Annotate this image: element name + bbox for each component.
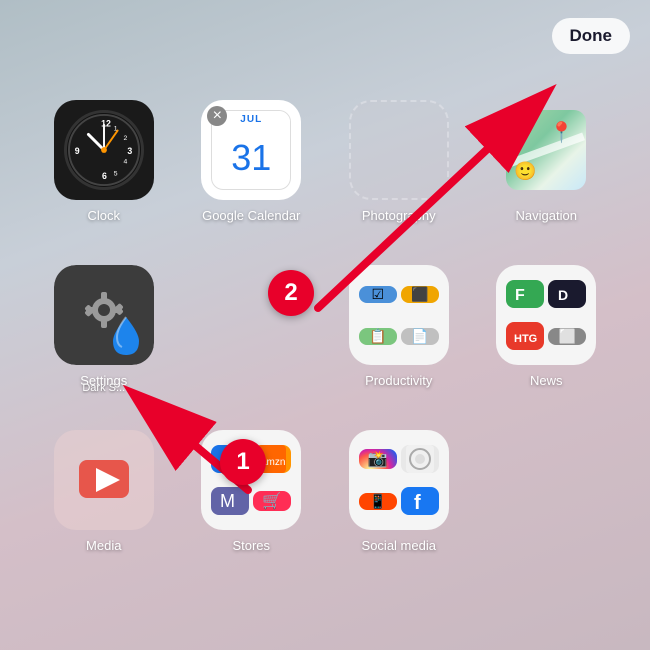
social-sub-1: 📸 (359, 449, 397, 469)
productivity-label: Productivity (365, 373, 432, 388)
app-item-gcal[interactable]: JUL 31 Google Calendar (178, 90, 326, 255)
gcal-label: Google Calendar (202, 208, 300, 223)
photography-label: Photography (362, 208, 436, 223)
step-badge-2: 2 (268, 270, 314, 316)
maps-pin-icon: 📍 (549, 120, 574, 145)
navigation-app-icon: 📍 🙂 (496, 100, 596, 200)
maps-face-icon: 🙂 (514, 161, 536, 182)
svg-text:D: D (558, 287, 568, 303)
clock-app-icon: 12 3 6 9 1 2 4 5 (54, 100, 154, 200)
prod-sub-4: 📄 (401, 328, 439, 345)
svg-text:4: 4 (123, 159, 127, 166)
svg-text:2: 2 (123, 135, 127, 142)
prod-sub-1: ☑ (359, 286, 397, 303)
navigation-label: Navigation (516, 208, 577, 223)
stores-label: Stores (232, 538, 270, 553)
news-sub-2: D (548, 280, 586, 308)
social-label: Social media (362, 538, 436, 553)
done-button[interactable]: Done (552, 18, 631, 54)
step-badge-1: 1 (220, 439, 266, 485)
settings-sublabel: Dark S... (82, 382, 125, 394)
social-sub-4: f (401, 487, 439, 515)
svg-text:F: F (515, 287, 525, 304)
svg-text:9: 9 (75, 146, 80, 156)
app-item-clock[interactable]: 12 3 6 9 1 2 4 5 Clock (30, 90, 178, 255)
app-item-media[interactable]: Media (30, 420, 178, 585)
social-app-icon: 📸 📱 f (349, 430, 449, 530)
app-item-news[interactable]: F D HTG ⬜ News (473, 255, 621, 420)
svg-text:5: 5 (113, 170, 117, 177)
app-item-social[interactable]: 📸 📱 f Social media (325, 420, 473, 585)
news-sub-4: ⬜ (548, 328, 586, 345)
settings-app-icon (54, 265, 154, 365)
productivity-app-icon: ☑ ⬛ 📋 📄 (349, 265, 449, 365)
stores-sub-3: M (211, 487, 249, 515)
clock-label: Clock (87, 208, 120, 223)
photography-app-icon (349, 100, 449, 200)
app-grid: 12 3 6 9 1 2 4 5 Clock (30, 90, 620, 585)
svg-text:HTG: HTG (514, 333, 537, 345)
news-sub-3: HTG (506, 322, 544, 350)
media-label: Media (86, 538, 121, 553)
app-item-navigation[interactable]: 📍 🙂 Navigation (473, 90, 621, 255)
social-sub-3: 📱 (359, 493, 397, 510)
prod-sub-3: 📋 (359, 328, 397, 345)
svg-text:M: M (220, 491, 235, 511)
gcal-date: 31 (212, 126, 290, 189)
prod-sub-2: ⬛ (401, 286, 439, 303)
news-app-icon: F D HTG ⬜ (496, 265, 596, 365)
stores-sub-4: 🛒 (253, 491, 291, 511)
svg-text:6: 6 (102, 171, 107, 181)
gcal-app-icon: JUL 31 (201, 100, 301, 200)
app-item-photography[interactable]: Photography (325, 90, 473, 255)
media-app-icon (54, 430, 154, 530)
social-sub-2 (401, 445, 439, 473)
svg-text:f: f (414, 492, 421, 514)
svg-text:3: 3 (127, 146, 132, 156)
app-item-productivity[interactable]: ☑ ⬛ 📋 📄 Productivity (325, 255, 473, 420)
svg-text:12: 12 (101, 119, 111, 129)
app-item-settings[interactable]: Settings Dark S... (30, 255, 178, 420)
news-sub-1: F (506, 280, 544, 308)
news-label: News (530, 373, 563, 388)
